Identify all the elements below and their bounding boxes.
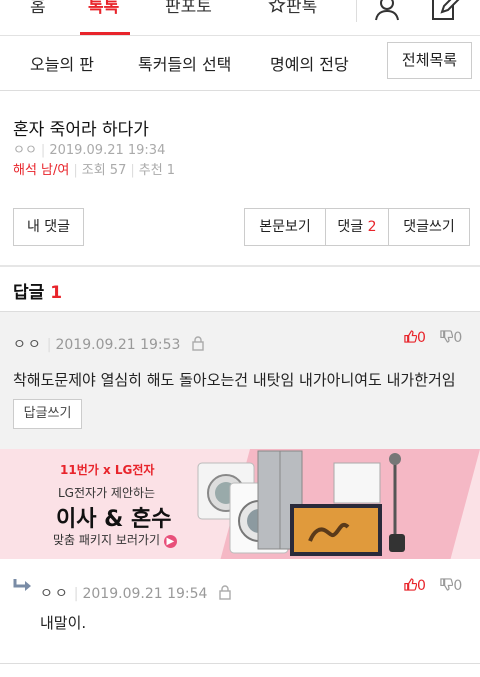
comments-button[interactable]: 댓글 2 <box>325 208 389 246</box>
nav-divider <box>356 0 357 22</box>
tab-pantalk-label: 판톡 <box>286 0 318 17</box>
tab-talktalk[interactable]: 톡톡 <box>88 0 119 17</box>
write-comment-button[interactable]: 댓글쓰기 <box>388 208 470 246</box>
ad-line3-text: 맞춤 패키지 보러가기 <box>53 533 160 547</box>
tab-home[interactable]: 홈 <box>30 0 46 17</box>
tab-pantalk[interactable]: 판톡 <box>268 0 317 17</box>
thumbs-up-button[interactable]: 0 <box>404 330 430 346</box>
reply-date: 2019.09.21 19:54 <box>82 586 208 602</box>
subnav-today[interactable]: 오늘의 판 <box>30 51 94 75</box>
replies-label: 답글 <box>13 283 45 303</box>
replies-header: 답글 1 <box>13 278 62 303</box>
write-reply-button[interactable]: 답글쓰기 <box>13 399 82 429</box>
comment-nick: ㅇㅇ <box>13 337 43 353</box>
thumbs-down-icon <box>440 330 454 343</box>
section-divider <box>0 265 480 267</box>
post-author-label[interactable]: 해석 남/여 <box>13 163 69 178</box>
comment-meta: ㅇㅇ | 2019.09.21 19:53 <box>13 334 205 354</box>
post-stats: 해석 남/여 | 조회 57 | 추천 1 <box>13 163 176 178</box>
all-list-button[interactable]: 전체목록 <box>387 42 472 79</box>
top-nav: 홈 톡톡 판포토 판톡 <box>0 0 480 36</box>
reply-arrow-icon <box>13 579 31 591</box>
lock-icon[interactable] <box>218 585 232 600</box>
lock-icon[interactable] <box>191 336 205 351</box>
post-recommends: 추천 1 <box>138 163 176 178</box>
comment-text: 착해도문제야 열심히 해도 돌아오는건 내탓임 내가아니여도 내가한거임 <box>13 371 456 389</box>
thumbs-up-icon <box>404 330 418 343</box>
post-date: 2019.09.21 19:34 <box>49 143 166 158</box>
reply-meta: ㅇㅇ | 2019.09.21 19:54 <box>40 583 232 603</box>
ad-line2: 이사 & 혼수 <box>56 507 172 532</box>
post-author-id: ㅇㅇ <box>13 143 37 158</box>
user-icon[interactable] <box>373 0 401 26</box>
thumbs-down-button[interactable]: 0 <box>440 330 462 346</box>
reply-text: 내말이. <box>40 614 87 632</box>
sub-nav: 오늘의 판 톡커들의 선택 명예의 전당 전체목록 <box>0 36 480 91</box>
thumbs-down-button[interactable]: 0 <box>440 578 462 594</box>
downvote-count: 0 <box>453 330 463 346</box>
active-tab-indicator <box>80 32 130 35</box>
ad-logo: 11번가 x LG전자 <box>60 463 155 477</box>
arrow-right-icon: ▶ <box>163 535 177 548</box>
tab-panphoto[interactable]: 판포토 <box>165 0 212 17</box>
comment-date: 2019.09.21 19:53 <box>55 337 181 353</box>
ad-line1: LG전자가 제안하는 <box>58 486 156 500</box>
thumbs-down-icon <box>440 578 454 591</box>
view-body-button[interactable]: 본문보기 <box>244 208 326 246</box>
subnav-hall-of-fame[interactable]: 명예의 전당 <box>270 51 349 75</box>
comments-button-label: 댓글 <box>337 219 364 235</box>
ad-line3: 맞춤 패키지 보러가기 ▶ <box>53 531 177 548</box>
product-images <box>197 450 405 556</box>
post-title: 혼자 죽어라 하다가 <box>13 120 149 140</box>
reply-nick: ㅇㅇ <box>40 586 70 602</box>
my-comments-button[interactable]: 내 댓글 <box>13 208 84 246</box>
bottom-divider <box>0 663 480 664</box>
star-icon <box>268 0 286 13</box>
reply-votes: 0 0 <box>404 578 462 594</box>
thumbs-up-button[interactable]: 0 <box>404 578 430 594</box>
replies-count: 1 <box>50 283 63 303</box>
downvote-count: 0 <box>453 578 463 594</box>
post-meta: ㅇㅇ | 2019.09.21 19:34 <box>13 143 166 158</box>
comments-count: 2 <box>367 219 377 235</box>
post-views: 조회 57 <box>81 163 127 178</box>
thumbs-up-icon <box>404 578 418 591</box>
subnav-talkers-choice[interactable]: 톡커들의 선택 <box>138 51 231 75</box>
upvote-count: 0 <box>417 330 426 346</box>
comment-votes: 0 0 <box>404 330 462 346</box>
upvote-count: 0 <box>417 578 426 594</box>
edit-icon[interactable] <box>430 0 462 26</box>
ad-banner[interactable]: 11번가 x LG전자 LG전자가 제안하는 이사 & 혼수 맞춤 패키지 보러… <box>0 449 480 559</box>
